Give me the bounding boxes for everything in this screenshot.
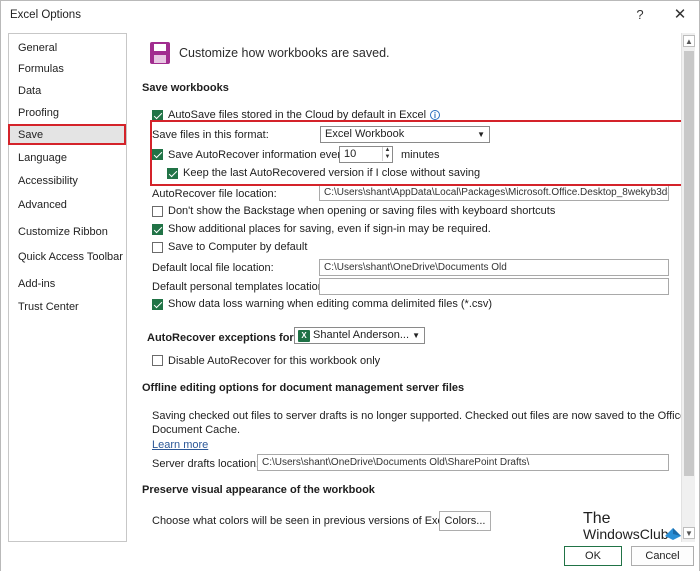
- scroll-up-icon[interactable]: ▲: [683, 35, 695, 47]
- colors-label: Choose what colors will be seen in previ…: [152, 515, 455, 527]
- bird-logo-icon: [665, 528, 681, 540]
- default-templates-label: Default personal templates location:: [152, 281, 327, 293]
- window-title: Excel Options: [10, 9, 81, 21]
- help-button[interactable]: ?: [625, 5, 655, 25]
- save-options-panel: Customize how workbooks are saved. Save …: [129, 33, 681, 542]
- default-local-field[interactable]: C:\Users\shant\OneDrive\Documents Old: [319, 259, 669, 276]
- sidebar-item-customize-ribbon[interactable]: Customize Ribbon: [9, 222, 126, 242]
- section-title-offline-editing: Offline editing options for document man…: [142, 382, 465, 394]
- server-drafts-field[interactable]: C:\Users\shant\OneDrive\Documents Old\Sh…: [257, 454, 669, 471]
- no-backstage-label: Don't show the Backstage when opening or…: [168, 205, 556, 217]
- scrollbar-thumb[interactable]: [684, 51, 694, 476]
- show-additional-places-label: Show additional places for saving, even …: [168, 223, 491, 235]
- learn-more-link[interactable]: Learn more: [152, 439, 208, 451]
- category-sidebar: General Formulas Data Proofing Save Lang…: [8, 33, 127, 542]
- sidebar-item-proofing[interactable]: Proofing: [9, 103, 126, 123]
- save-floppy-icon: [150, 42, 170, 64]
- close-button[interactable]: ✕: [665, 5, 695, 25]
- autorecover-exceptions-label: AutoRecover exceptions for:: [147, 332, 298, 344]
- section-title-preserve-appearance: Preserve visual appearance of the workbo…: [142, 484, 375, 496]
- cancel-button[interactable]: Cancel: [631, 546, 694, 566]
- save-highlight-box: [8, 124, 126, 145]
- save-to-computer-label: Save to Computer by default: [168, 241, 308, 253]
- watermark-line2: WindowsClub: [583, 526, 669, 542]
- save-to-computer-checkbox[interactable]: [152, 242, 163, 253]
- sidebar-item-trust-center[interactable]: Trust Center: [9, 297, 126, 317]
- header-description: Customize how workbooks are saved.: [179, 46, 390, 60]
- title-bar: Excel Options ? ✕: [1, 1, 699, 29]
- sidebar-item-general[interactable]: General: [9, 38, 126, 58]
- show-additional-places-checkbox[interactable]: [152, 224, 163, 235]
- sidebar-item-quick-access-toolbar[interactable]: Quick Access Toolbar: [9, 247, 126, 267]
- offline-message-line1: Saving checked out files to server draft…: [152, 410, 681, 422]
- dropdown-arrow-icon: ▼: [412, 331, 420, 340]
- autorecover-highlight-box: [150, 120, 684, 186]
- no-backstage-checkbox[interactable]: [152, 206, 163, 217]
- default-templates-field[interactable]: [319, 278, 669, 295]
- excel-options-dialog: Excel Options ? ✕ General Formulas Data …: [0, 0, 700, 571]
- ok-button[interactable]: OK: [564, 546, 622, 566]
- offline-message-line2: Document Cache.: [152, 424, 241, 436]
- dialog-footer: OK Cancel: [1, 542, 699, 571]
- info-icon[interactable]: i: [430, 110, 441, 121]
- options-scrollbar[interactable]: ▲ ▼: [681, 33, 695, 542]
- section-title-save-workbooks: Save workbooks: [142, 82, 229, 94]
- data-loss-warning-checkbox[interactable]: [152, 299, 163, 310]
- workbook-dropdown[interactable]: X Shantel Anderson... ▼: [294, 327, 425, 344]
- excel-icon: X: [298, 330, 310, 342]
- sidebar-item-language[interactable]: Language: [9, 148, 126, 168]
- workbook-name: Shantel Anderson...: [313, 329, 410, 341]
- sidebar-item-advanced[interactable]: Advanced: [9, 195, 126, 215]
- colors-button[interactable]: Colors...: [439, 511, 491, 531]
- colors-label-row: Choose what colors will be seen in previ…: [152, 515, 469, 527]
- autorecover-location-field[interactable]: C:\Users\shant\AppData\Local\Packages\Mi…: [319, 184, 669, 201]
- sidebar-item-accessibility[interactable]: Accessibility: [9, 171, 126, 191]
- autorecover-location-label: AutoRecover file location:: [152, 188, 277, 200]
- disable-autorecover-label: Disable AutoRecover for this workbook on…: [168, 355, 381, 367]
- sidebar-item-data[interactable]: Data: [9, 81, 126, 101]
- sidebar-item-formulas[interactable]: Formulas: [9, 59, 126, 79]
- disable-autorecover-checkbox[interactable]: [152, 355, 163, 366]
- server-drafts-label: Server drafts location:: [152, 458, 259, 470]
- data-loss-warning-label: Show data loss warning when editing comm…: [168, 298, 493, 310]
- sidebar-item-add-ins[interactable]: Add-ins: [9, 274, 126, 294]
- default-local-label: Default local file location:: [152, 262, 274, 274]
